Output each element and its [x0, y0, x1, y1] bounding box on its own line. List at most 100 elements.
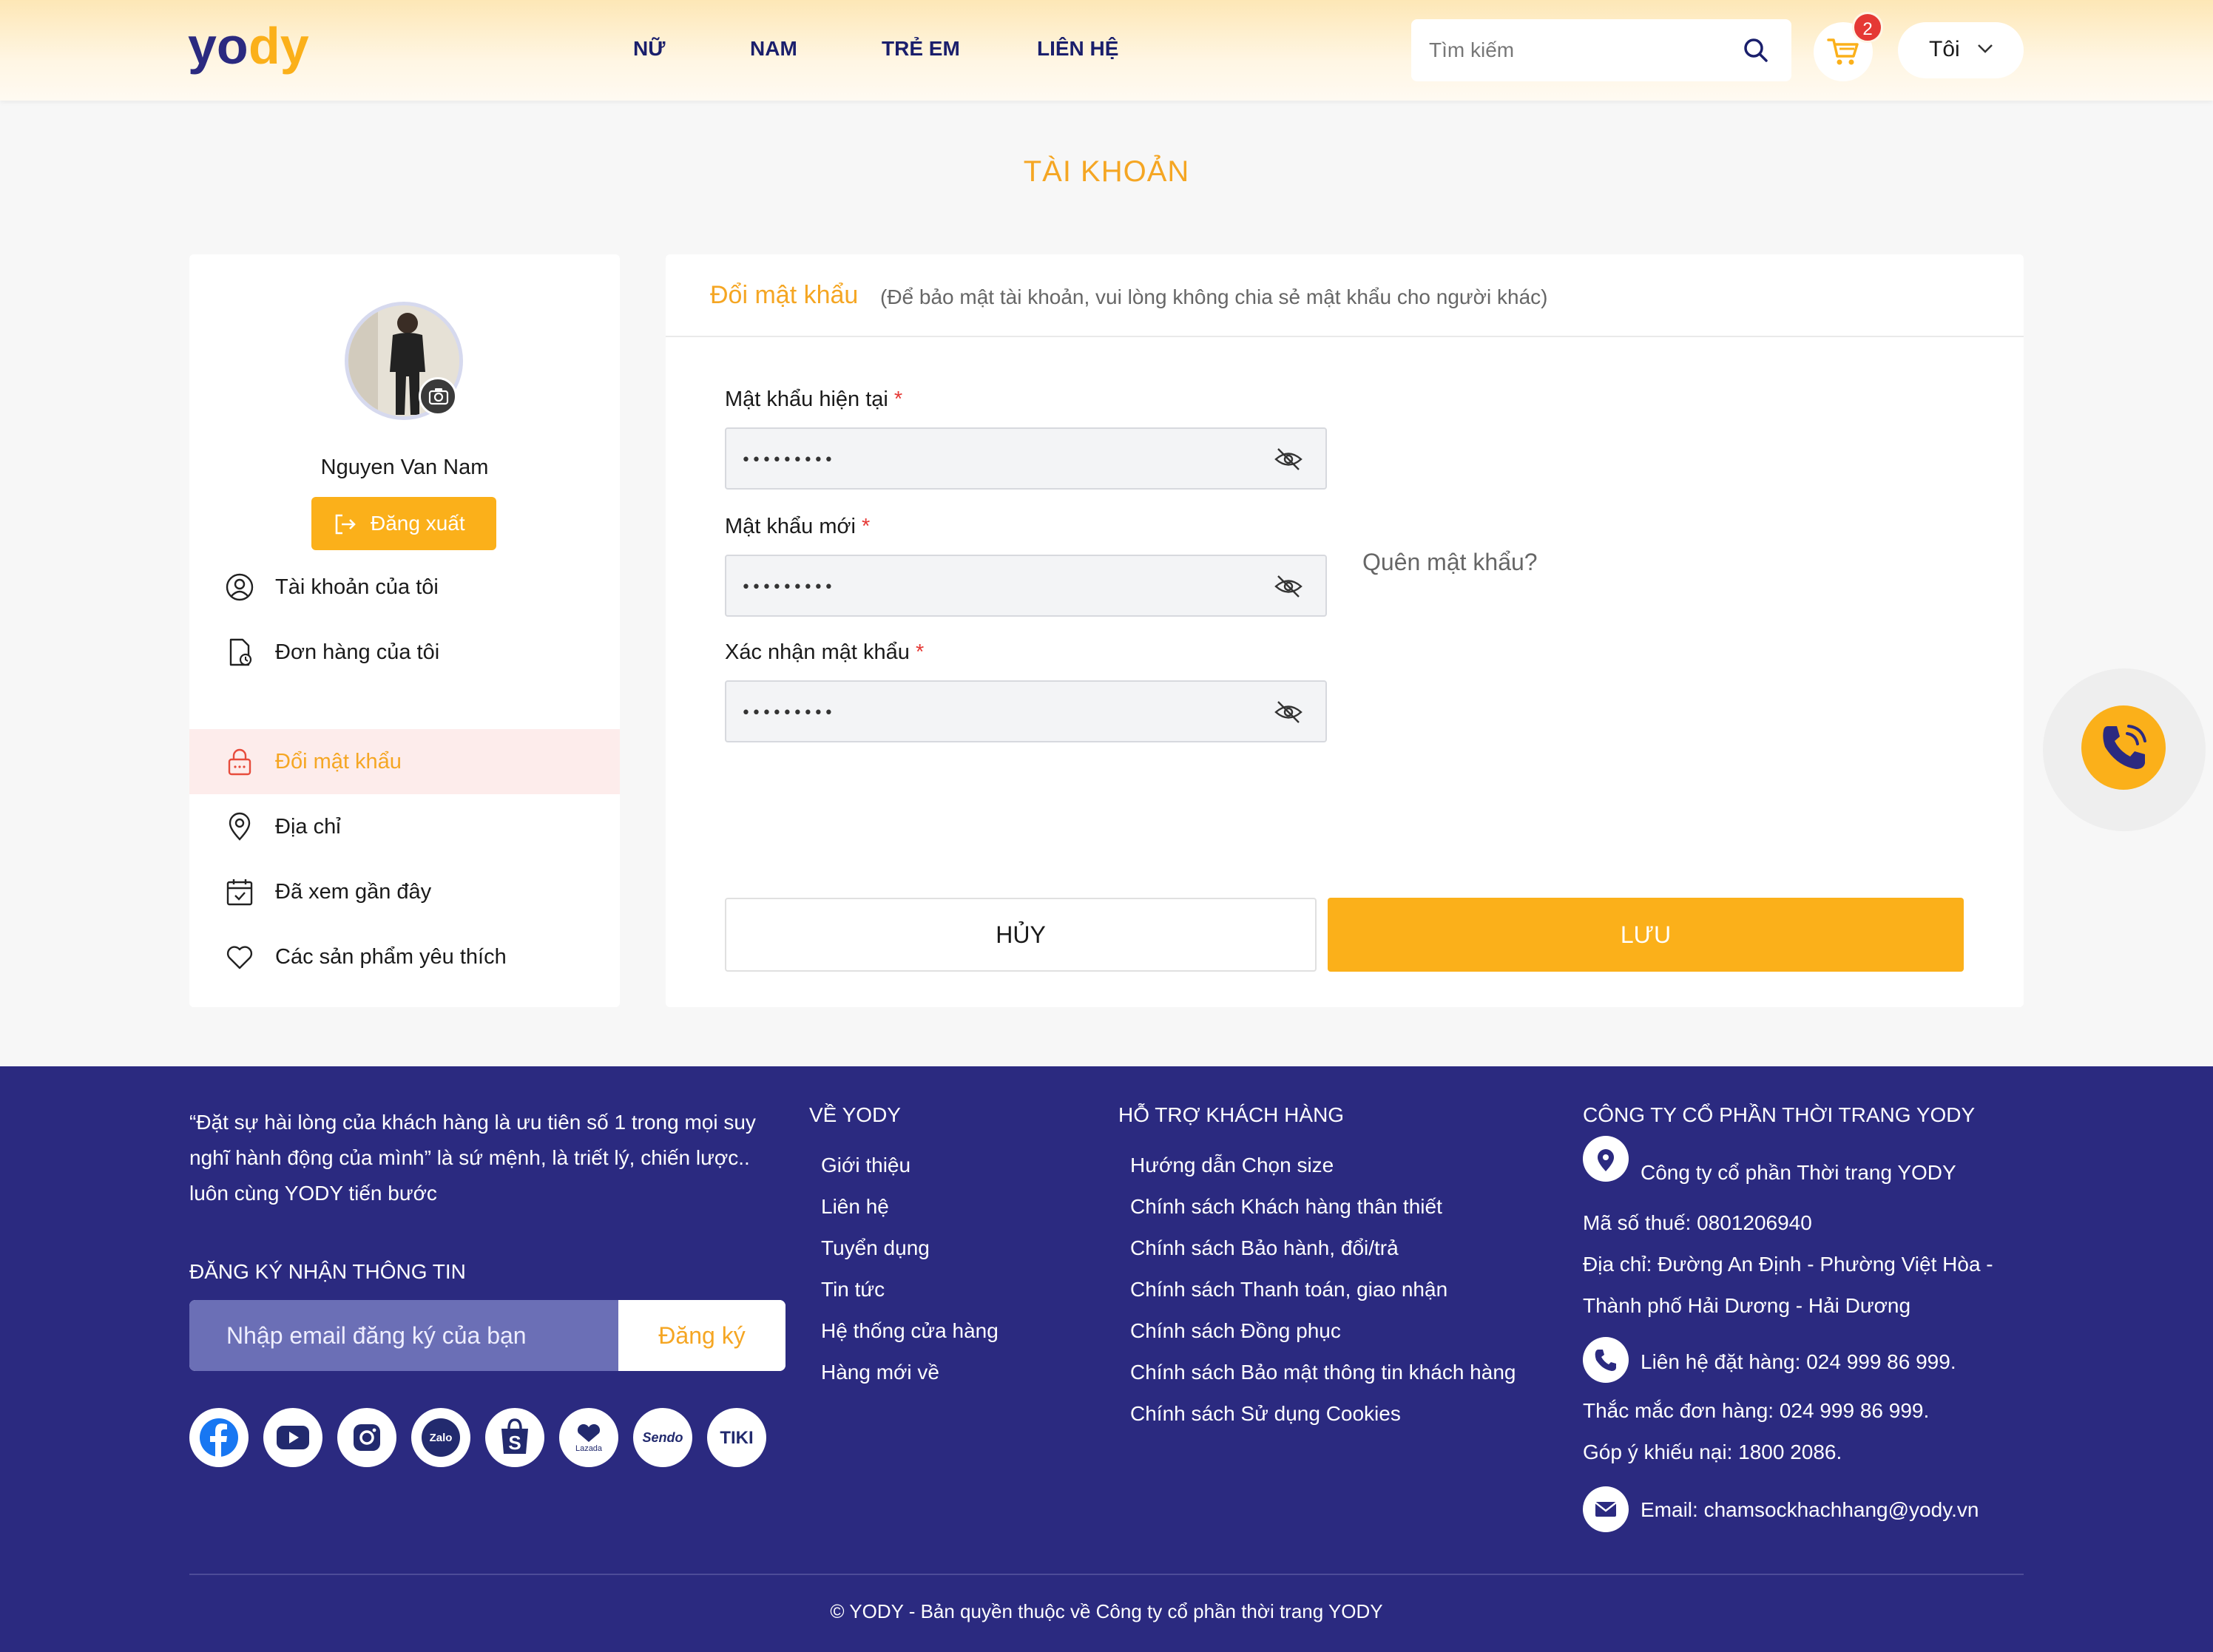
- sendo-link[interactable]: Sendo: [633, 1408, 692, 1467]
- floating-call-button[interactable]: [2081, 705, 2166, 790]
- email-badge: [1583, 1486, 1629, 1532]
- location-pin-icon: [229, 812, 251, 841]
- nav-kids[interactable]: TRẺ EM: [882, 37, 960, 61]
- svg-text:dy: dy: [249, 19, 309, 75]
- address-line-2: Thành phố Hải Dương - Hải Dương: [1583, 1294, 1911, 1317]
- current-password-label: Mật khẩu hiện tại *: [725, 387, 902, 412]
- field-label-text: Mật khẩu hiện tại: [725, 387, 888, 411]
- sidebar-item-favorites[interactable]: Các sản phẩm yêu thích: [189, 924, 620, 989]
- copyright: © YODY - Bản quyền thuộc về Công ty cổ p…: [830, 1600, 1383, 1622]
- footer-link-contact[interactable]: Liên hệ: [821, 1195, 889, 1219]
- zalo-text: Zalo: [430, 1432, 453, 1444]
- username: Nguyen Van Nam: [320, 456, 489, 479]
- sidebar-item-label: Đã xem gần đây: [275, 880, 432, 904]
- subscribe-button[interactable]: Đăng ký: [618, 1300, 785, 1371]
- change-avatar-button[interactable]: [419, 377, 457, 416]
- forgot-password-link[interactable]: Quên mật khẩu?: [1362, 549, 1538, 576]
- facebook-link[interactable]: [189, 1408, 249, 1467]
- instagram-icon: [354, 1424, 380, 1451]
- instagram-link[interactable]: [337, 1408, 396, 1467]
- tiki-link[interactable]: TIKI: [707, 1408, 766, 1467]
- footer-link-size-guide[interactable]: Hướng dẫn Chọn size: [1130, 1154, 1334, 1177]
- youtube-link[interactable]: [263, 1408, 322, 1467]
- required-mark: *: [915, 640, 925, 664]
- cart-count-badge: 2: [1852, 12, 1883, 43]
- sidebar-item-address[interactable]: Địa chỉ: [189, 794, 620, 859]
- phone-badge: [1583, 1337, 1629, 1383]
- user-circle-icon: [226, 573, 254, 601]
- eye-off-icon[interactable]: [1274, 447, 1303, 472]
- sidebar-item-my-orders[interactable]: Đơn hàng của tôi: [189, 620, 620, 685]
- subscribe-title: ĐĂNG KÝ NHẬN THÔNG TIN: [189, 1260, 466, 1283]
- sidebar-item-recently-viewed[interactable]: Đã xem gần đây: [189, 859, 620, 924]
- sendo-text: Sendo: [642, 1430, 683, 1445]
- yody-logo[interactable]: yo dy: [188, 19, 314, 83]
- footer-quote: “Đặt sự hài lòng của khách hàng là ưu ti…: [189, 1111, 756, 1205]
- tax-code: Mã số thuế: 0801206940: [1583, 1211, 1812, 1234]
- envelope-icon: [1595, 1502, 1617, 1517]
- lazada-link[interactable]: Lazada: [559, 1408, 618, 1467]
- zalo-icon: Zalo: [422, 1418, 460, 1457]
- footer-link-stores[interactable]: Hệ thống cửa hàng: [821, 1319, 999, 1343]
- new-password-field: [725, 555, 1327, 617]
- footer-link-uniform[interactable]: Chính sách Đồng phục: [1130, 1319, 1341, 1343]
- sidebar-item-change-password[interactable]: Đổi mật khẩu: [189, 729, 620, 794]
- new-password-input[interactable]: [741, 571, 1244, 603]
- lock-icon: [228, 748, 251, 776]
- about-title: VỀ YODY: [809, 1103, 901, 1126]
- current-password-input[interactable]: [741, 444, 1244, 476]
- footer-link-warranty[interactable]: Chính sách Bảo hành, đổi/trả: [1130, 1236, 1399, 1260]
- phone-ringing-icon: [2103, 725, 2146, 769]
- footer-link-privacy[interactable]: Chính sách Bảo mật thông tin khách hàng: [1130, 1361, 1516, 1384]
- sidebar-item-label: Địa chỉ: [275, 815, 341, 839]
- field-label-text: Xác nhận mật khẩu: [725, 640, 910, 664]
- phone-icon: [1595, 1350, 1616, 1371]
- search-icon[interactable]: [1741, 35, 1771, 65]
- logout-icon: [335, 514, 356, 535]
- sidebar-item-label: Đơn hàng của tôi: [275, 640, 440, 664]
- footer-link-about[interactable]: Giới thiệu: [821, 1154, 910, 1177]
- footer-link-loyalty[interactable]: Chính sách Khách hàng thân thiết: [1130, 1195, 1442, 1219]
- subscribe-email-input[interactable]: [189, 1300, 618, 1371]
- search-input[interactable]: [1429, 33, 1725, 68]
- field-label-text: Mật khẩu mới: [725, 515, 856, 538]
- page-title: TÀI KHOẢN: [1023, 155, 1190, 188]
- confirm-password-label: Xác nhận mật khẩu *: [725, 640, 924, 665]
- footer-link-careers[interactable]: Tuyển dụng: [821, 1236, 930, 1260]
- nav-women[interactable]: NỮ: [633, 37, 665, 61]
- shopee-link[interactable]: S: [485, 1408, 544, 1467]
- support-title: HỖ TRỢ KHÁCH HÀNG: [1118, 1103, 1345, 1126]
- footer-link-cookies[interactable]: Chính sách Sử dụng Cookies: [1130, 1402, 1401, 1426]
- site-header: yo dy NỮ NAM TRẺ EM LIÊN HỆ 2 Tôi: [0, 0, 2213, 101]
- location-pin-icon: [1598, 1149, 1614, 1171]
- company-name: Công ty cổ phần Thời trang YODY: [1641, 1161, 1956, 1184]
- cancel-button[interactable]: HỦY: [725, 898, 1317, 972]
- sidebar-item-label: Tài khoản của tôi: [275, 575, 439, 599]
- save-button[interactable]: LƯU: [1328, 898, 1964, 972]
- complaint-line: Góp ý khiếu nại: 1800 2086.: [1583, 1441, 1842, 1463]
- footer-link-new-arrivals[interactable]: Hàng mới về: [821, 1361, 939, 1384]
- order-hotline: Liên hệ đặt hàng: 024 999 86 999.: [1641, 1350, 1956, 1373]
- sidebar-item-my-account[interactable]: Tài khoản của tôi: [189, 555, 620, 620]
- svg-text:yo: yo: [188, 19, 249, 75]
- zalo-link[interactable]: Zalo: [411, 1408, 470, 1467]
- nav-men[interactable]: NAM: [750, 37, 797, 61]
- address-line-1: Địa chỉ: Đường An Định - Phường Việt Hòa…: [1583, 1253, 1993, 1276]
- panel-title: Đổi mật khẩu: [710, 281, 859, 309]
- lazada-icon: Lazada: [575, 1424, 603, 1453]
- svg-text:S: S: [508, 1432, 521, 1454]
- eye-off-icon[interactable]: [1274, 574, 1303, 599]
- logout-label: Đăng xuất: [371, 512, 465, 535]
- footer-link-payment[interactable]: Chính sách Thanh toán, giao nhận: [1130, 1278, 1447, 1301]
- logout-button[interactable]: Đăng xuất: [311, 497, 496, 550]
- nav-contact[interactable]: LIÊN HỆ: [1037, 37, 1118, 61]
- user-menu-dropdown[interactable]: Tôi: [1898, 22, 2024, 78]
- lazada-text: Lazada: [575, 1444, 603, 1453]
- eye-off-icon[interactable]: [1274, 700, 1303, 725]
- tiki-text: TIKI: [720, 1428, 753, 1448]
- search-box: [1411, 19, 1791, 81]
- panel-note: (Để bảo mật tài khoản, vui lòng không ch…: [880, 285, 1548, 308]
- footer-link-news[interactable]: Tin tức: [821, 1278, 885, 1301]
- confirm-password-input[interactable]: [741, 697, 1244, 729]
- youtube-icon: [277, 1426, 309, 1449]
